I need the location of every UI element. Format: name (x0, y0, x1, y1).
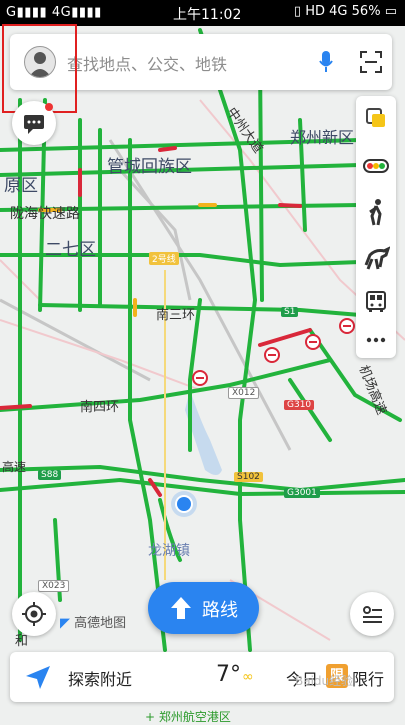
layers-icon (366, 108, 385, 127)
mic-icon[interactable] (318, 50, 334, 78)
list-button[interactable] (350, 592, 394, 636)
locate-button[interactable] (12, 592, 56, 636)
battery-percent: 56% (351, 4, 381, 19)
signal-indicator: G▮▮▮▮ 4G▮▮▮▮ (6, 5, 102, 20)
route-button[interactable]: 路线 (148, 582, 259, 634)
horse-icon (364, 246, 390, 270)
amap-logo-icon: ◤ (60, 616, 70, 631)
shield-line2: 2号线 (149, 252, 179, 265)
map-label-yuanqu: 原区 (4, 176, 38, 196)
amap-logo: ◤ 高德地图 (60, 616, 127, 631)
shield-g3001: G3001 (284, 488, 320, 498)
map-label-nansanhuan: 南三环 (156, 308, 196, 323)
horse-button[interactable] (356, 238, 396, 278)
navigation-arrow-icon (26, 666, 50, 689)
notification-dot (45, 103, 53, 111)
more-button[interactable] (356, 320, 396, 360)
shield-x023: X023 (38, 580, 70, 592)
bus-button[interactable] (356, 282, 396, 322)
explore-nearby-button[interactable]: 探索附近 (68, 666, 132, 690)
watermark: Baidu经验 (295, 674, 354, 688)
layers-button[interactable] (356, 98, 396, 138)
locate-icon (22, 602, 46, 626)
walk-button[interactable] (356, 192, 396, 232)
map-label-nansihuan: 南四环 (80, 400, 120, 415)
bus-icon (366, 291, 386, 312)
limit-label[interactable]: 限行 (352, 666, 384, 690)
map-label-airport-zone: + 郑州航空港区 (145, 710, 231, 724)
hiking-icon (369, 199, 382, 226)
route-button-label: 路线 (202, 600, 238, 621)
highlight-box (2, 24, 77, 113)
map-label-longhai: 陇海快速路 (10, 206, 80, 222)
vibrate-icon: ▯ (293, 4, 302, 19)
map-label-erqi: 二七区 (45, 240, 96, 260)
map-label-zhengzhou-new: 郑州新区 (290, 128, 355, 147)
traffic-light-icon (363, 159, 389, 173)
shield-s1: S1 (281, 307, 299, 317)
message-button[interactable] (12, 101, 56, 145)
status-bar: G▮▮▮▮ 4G▮▮▮▮ 上午11:02 ▯ HD 4G 56% ▭ (0, 0, 405, 26)
more-icon (366, 337, 386, 343)
traffic-button[interactable] (356, 146, 396, 186)
shield-s102: S102 (234, 472, 263, 482)
shield-x012: X012 (228, 387, 260, 399)
shield-s88: S88 (38, 470, 62, 480)
temperature[interactable]: 7° (216, 662, 241, 687)
status-right: ▯ HD 4G 56% ▭ (293, 4, 397, 19)
list-icon (363, 606, 382, 623)
status-time: 上午11:02 (173, 7, 242, 23)
scan-icon[interactable] (360, 51, 382, 77)
map-label-longhu: 龙湖镇 (148, 543, 190, 559)
battery-icon: ▭ (384, 4, 397, 19)
weather-icon: ∞ (242, 669, 254, 685)
map-toolbar (356, 96, 396, 358)
map-label-gaosu: 高速 (2, 460, 27, 474)
shield-g310: G310 (284, 400, 315, 410)
arrow-up-icon (171, 597, 191, 619)
map-label-guancheng: 管城回族区 (107, 157, 192, 177)
search-input[interactable]: 查找地点、公交、地铁 (67, 51, 227, 75)
